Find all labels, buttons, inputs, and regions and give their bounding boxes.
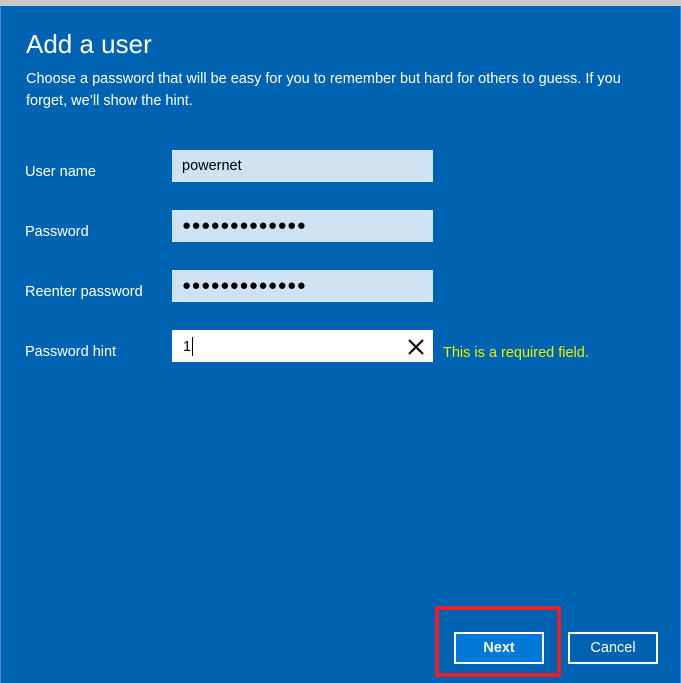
dialog-title: Add a user — [26, 29, 152, 59]
add-user-dialog: Add a user Choose a password that will b… — [0, 6, 681, 683]
hint-error-message: This is a required field. — [443, 345, 589, 361]
password-hint-label: Password hint — [25, 344, 117, 360]
text-caret — [192, 336, 194, 356]
reenter-password-field[interactable]: ●●●●●●●●●●●●● — [172, 270, 433, 302]
next-button[interactable]: Next — [454, 632, 544, 664]
cancel-button[interactable]: Cancel — [568, 632, 658, 664]
password-value: ●●●●●●●●●●●●● — [182, 217, 307, 234]
username-field[interactable]: powernet — [172, 150, 433, 182]
dialog-description: Choose a password that will be easy for … — [26, 71, 621, 109]
reenter-password-label: Reenter password — [25, 284, 143, 300]
close-icon[interactable] — [406, 337, 426, 357]
password-hint-field[interactable]: 1 — [172, 330, 433, 362]
password-hint-value: 1 — [183, 339, 192, 355]
username-value: powernet — [182, 158, 242, 174]
password-field[interactable]: ●●●●●●●●●●●●● — [172, 210, 433, 242]
username-label: User name — [25, 164, 96, 180]
password-label: Password — [25, 224, 89, 240]
reenter-password-value: ●●●●●●●●●●●●● — [182, 277, 307, 294]
